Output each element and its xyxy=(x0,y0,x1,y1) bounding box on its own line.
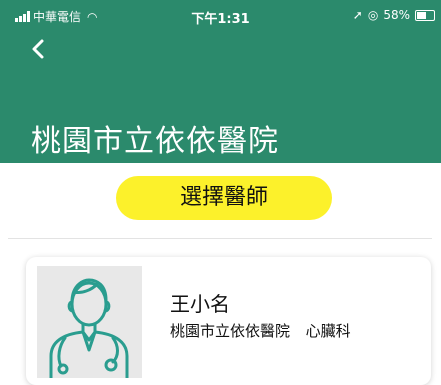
doctor-stethoscope-icon xyxy=(49,278,129,378)
status-bar: 中華電信 ◠ 下午1:31 ➚ ◎ 58% xyxy=(0,0,441,30)
location-icon: ➚ xyxy=(352,8,363,22)
status-right: ➚ ◎ 58% xyxy=(353,8,435,22)
battery-icon xyxy=(415,9,435,21)
chevron-left-icon xyxy=(32,39,44,59)
battery-percent: 58% xyxy=(383,8,410,22)
doctor-hospital: 桃園市立依依醫院 xyxy=(170,322,291,340)
doctor-name: 王小名 xyxy=(170,292,230,316)
avatar xyxy=(37,266,142,378)
doctor-department: 心臟科 xyxy=(305,322,351,340)
alarm-icon: ◎ xyxy=(367,8,379,22)
select-doctor-button[interactable]: 選擇醫師 xyxy=(116,176,332,220)
divider xyxy=(8,238,432,239)
doctor-info: 桃園市立依依醫院 心臟科 xyxy=(170,320,351,341)
page-title: 桃園市立依依醫院 xyxy=(31,124,279,159)
back-button[interactable] xyxy=(31,38,57,64)
app-header: 中華電信 ◠ 下午1:31 ➚ ◎ 58% 桃園市立依依醫院 xyxy=(0,0,441,163)
doctor-card[interactable]: 王小名 桃園市立依依醫院 心臟科 xyxy=(26,257,431,385)
